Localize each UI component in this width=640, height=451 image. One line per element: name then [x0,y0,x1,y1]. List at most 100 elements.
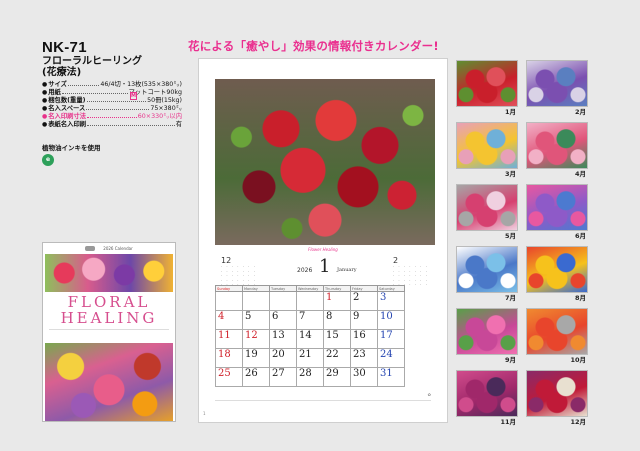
month-label: 8月 [574,294,586,302]
spec-row: ● 名入スペース 75×380㍉ [42,105,182,113]
month-label: 5月 [504,232,516,240]
bullet-icon: ● [42,81,48,88]
thumbnail-photo [456,370,518,417]
month-label: 12月 [570,418,586,426]
day-cell: 30 [350,367,378,387]
spec-label: 名入印刷寸法 [48,113,87,120]
day-cell: 31 [377,367,405,387]
day-cell [215,291,243,311]
thumbnail-photo [456,60,518,107]
week-row: 4 5 6 7 8 9 10 [215,310,405,330]
spec-label: サイズ [48,81,67,88]
thumbnail-photo [526,370,588,417]
healing-info-text [215,400,431,412]
day-cell: 14 [296,329,324,349]
day-cell: 23 [350,348,378,368]
leader-dots [61,93,128,94]
day-cell: 16 [350,329,378,349]
product-name: フローラルヒーリング [42,56,142,67]
day-cell: 4 [215,310,243,330]
thumbnail-photo [456,184,518,231]
day-cell [296,291,324,311]
ink-notice: 植物油インキを使用 [42,144,101,152]
bullet-icon: ● [42,89,48,96]
leader-dots [67,85,100,86]
month-thumbnail: 11月 [456,370,518,426]
month-thumbnail: 6月 [526,184,588,240]
day-cell: 10 [377,310,405,330]
cover-top-photo [45,254,173,292]
day-cell: 5 [242,310,270,330]
flower-photo [215,79,435,245]
thumbnail-photo [526,308,588,355]
cover-main-photo [45,343,173,421]
week-row: 25 26 27 28 29 30 31 [215,367,405,387]
bullet-icon: ● [42,113,48,120]
month-thumbnail: 4月 [526,122,588,178]
day-cell: 20 [269,348,297,368]
calendar-sheet: Flower Healing 12 · · · · · · · · · · · · · · · · · · · · · ·… [198,58,448,423]
day-cell: 9 [350,310,378,330]
month-label: 10月 [570,356,586,364]
spec-label: 表紙名入印刷 [48,121,87,128]
month-label: 4月 [574,170,586,178]
photo-caption: Flower Healing [308,247,338,252]
day-cell: 27 [269,367,297,387]
page-number: 1 [203,411,206,416]
thumbnail-photo [456,246,518,293]
material-badge: M [130,92,137,100]
cover-subtitle-bar [49,329,169,339]
month-name: January [337,267,357,273]
day-cell: 24 [377,348,405,368]
month-label: 11月 [500,418,516,426]
thumbnail-photo [456,122,518,169]
month-thumbnail: 1月 [456,60,518,116]
thumbnail-photo [526,60,588,107]
spec-row: ● 用紙 マットコート90kg [42,89,182,97]
month-thumbnail: 12月 [526,370,588,426]
day-cell: 7 [296,310,324,330]
day-cell: 17 [377,329,405,349]
headline: 花による「癒やし」効果の情報付きカレンダー! [188,39,439,53]
spec-value: 有 [175,121,182,128]
day-cell: 3 [377,291,405,311]
month-grid: Sunday Monday Tuesday Wednesday Thursday Frid… [215,285,405,387]
spec-label: 用紙 [48,89,61,96]
day-cell: 11 [215,329,243,349]
brand-mark: ✿ [427,392,431,397]
day-cell: 8 [323,310,351,330]
day-cell: 2 [350,291,378,311]
day-cell [269,291,297,311]
day-cell: 13 [269,329,297,349]
month-label: 9月 [504,356,516,364]
day-cell: 12 [242,329,270,349]
week-row: 11 12 13 14 15 16 17 [215,329,405,349]
month-header: 12 · · · · · · · · · · · · · · · · · · · · · · · · · · · · · · · · · · · 2… [215,255,435,287]
day-cell: 29 [323,367,351,387]
day-cell: 26 [242,367,270,387]
month-thumbnail: 7月 [456,246,518,302]
month-thumbnail: 8月 [526,246,588,302]
spec-row: ● 名入印刷寸法 60×330㍉以内 [42,113,182,121]
product-name-sub: (花療法) [42,67,82,78]
spec-row: ● サイズ 46/4切・13枚(535×380㍉) [42,81,182,89]
year-label: 2026 [297,267,313,274]
month-number: 1 [319,256,331,277]
spec-value: 60×330㍉以内 [137,113,182,120]
month-thumbnail: 9月 [456,308,518,364]
leader-dots [87,117,137,118]
bullet-icon: ● [42,105,48,112]
spec-value: 50冊(15kg) [147,97,182,104]
day-cell: 19 [242,348,270,368]
product-code: NK-71 [42,39,87,56]
month-thumbnail: 2月 [526,60,588,116]
spec-value: 46/4切・13枚(535×380㍉) [100,81,182,88]
cover-title: FLORAL HEALING [60,293,158,327]
day-cell: 1 [323,291,351,311]
thumbnail-photo [526,122,588,169]
spec-value: 75×380㍉ [150,105,182,112]
cover-top-text: 2026 Calendar [103,246,133,251]
month-label: 6月 [574,232,586,240]
thumbnail-photo [526,246,588,293]
leader-dots [87,125,175,126]
